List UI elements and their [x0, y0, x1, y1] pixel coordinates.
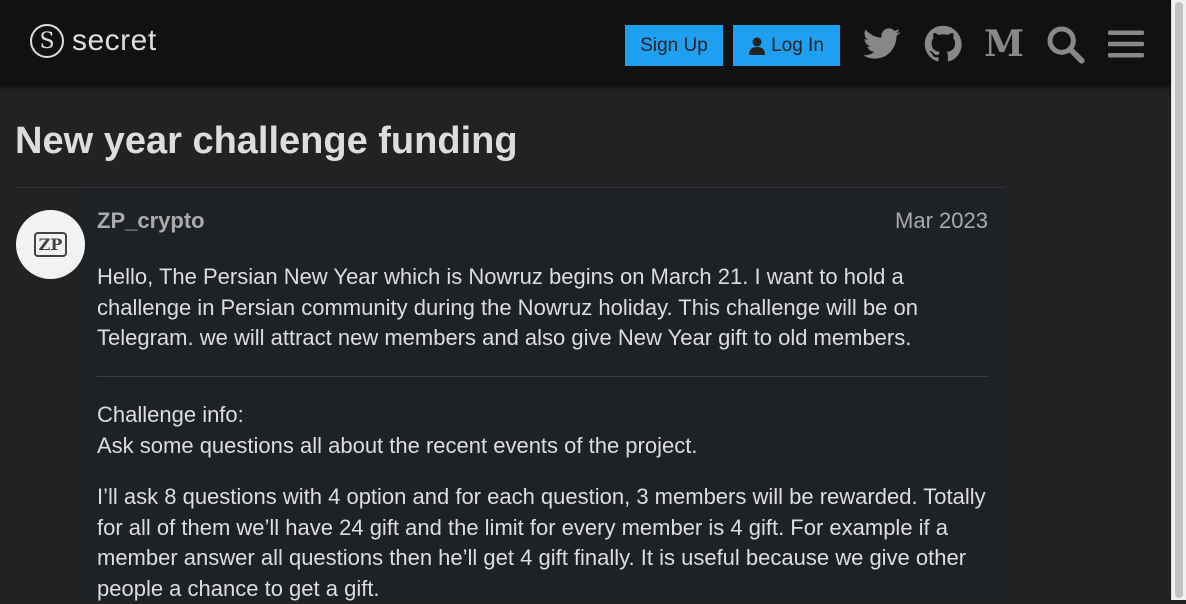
challenge-heading: Challenge info:: [97, 402, 244, 427]
challenge-description: Ask some questions all about the recent …: [97, 432, 698, 458]
secret-logo-icon: S: [30, 24, 64, 58]
post-paragraph: Hello, The Persian New Year which is Now…: [97, 264, 918, 350]
log-in-button[interactable]: Log In: [733, 25, 840, 66]
medium-icon[interactable]: M: [983, 23, 1025, 65]
avatar-logo: ZP: [33, 232, 68, 257]
avatar[interactable]: ZP: [16, 210, 85, 279]
post-username[interactable]: ZP_crypto: [97, 208, 205, 234]
page-scrollbar[interactable]: [1171, 0, 1186, 600]
twitter-icon[interactable]: [861, 23, 903, 65]
search-icon[interactable]: [1044, 23, 1086, 65]
topic-title: New year challenge funding: [15, 120, 518, 162]
post-paragraph-rules: I’ll ask 8 questions with 4 option and f…: [97, 484, 986, 601]
post-date[interactable]: Mar 2023: [880, 208, 988, 234]
challenge-info: Challenge info: Ask some questions all a…: [97, 400, 989, 461]
scrollbar-thumb[interactable]: [1175, 2, 1183, 598]
sign-up-button[interactable]: Sign Up: [625, 25, 723, 66]
site-logo[interactable]: S secret: [30, 24, 157, 58]
log-in-label: Log In: [771, 34, 824, 56]
user-icon: [749, 37, 766, 55]
logo-text: secret: [72, 24, 157, 57]
github-icon[interactable]: [922, 23, 964, 65]
site-header: S secret Sign Up Log In M: [0, 0, 1171, 86]
menu-icon[interactable]: [1105, 23, 1147, 65]
post-separator: [97, 376, 988, 377]
